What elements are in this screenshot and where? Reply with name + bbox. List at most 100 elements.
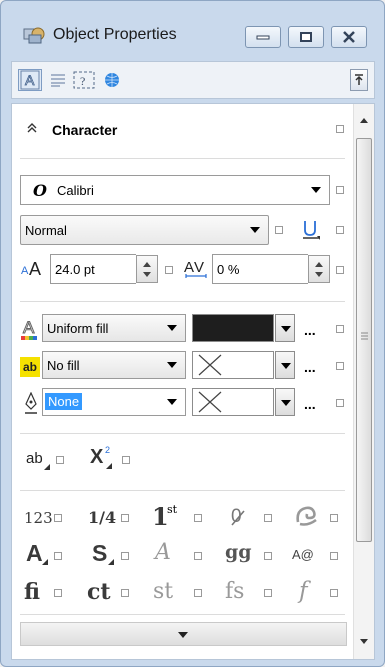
background-type-value: No fill xyxy=(47,358,80,373)
outline-pen-icon xyxy=(25,392,37,414)
case-forms-button[interactable]: A@ xyxy=(292,547,314,562)
small-dropdown-icon xyxy=(106,463,112,469)
standard-ligatures-button[interactable]: fi xyxy=(24,579,40,605)
svg-text:A: A xyxy=(21,265,29,277)
historical-forms-checkbox[interactable] xyxy=(264,589,272,597)
discretionary-ligatures-button[interactable]: ct xyxy=(87,579,111,605)
case-forms-checkbox[interactable] xyxy=(330,552,338,560)
underline-icon[interactable] xyxy=(300,219,322,241)
numerals-checkbox[interactable] xyxy=(54,514,62,522)
outline-combo[interactable]: None xyxy=(42,388,186,416)
no-color-icon xyxy=(198,391,222,413)
fill-type-value: Uniform fill xyxy=(47,321,109,336)
underline-position-button[interactable]: ab xyxy=(26,450,43,467)
style-checkbox[interactable] xyxy=(275,226,283,234)
section-checkbox[interactable] xyxy=(336,125,344,133)
chevron-down-icon xyxy=(167,399,177,405)
upload-arrow-icon xyxy=(355,74,363,85)
panel-content: Character O Calibri Normal A A 24.0 pt A… xyxy=(12,104,354,659)
background-color-swatch[interactable] xyxy=(192,351,274,379)
fractions-checkbox[interactable] xyxy=(121,514,129,522)
caps-button[interactable]: A xyxy=(26,540,43,567)
underline-checkbox[interactable] xyxy=(336,226,344,234)
font-checkbox[interactable] xyxy=(336,186,344,194)
paragraph-tab-button[interactable] xyxy=(48,69,68,91)
font-size-spinner[interactable] xyxy=(136,255,158,283)
font-list-combo[interactable]: O Calibri xyxy=(20,175,330,205)
pin-panel-button[interactable] xyxy=(350,69,368,91)
outline-more-button[interactable]: ... xyxy=(304,396,316,412)
background-color-dropdown[interactable] xyxy=(275,351,295,379)
swash-ornament-icon[interactable] xyxy=(294,504,320,528)
historical-ligatures-button[interactable]: st xyxy=(153,579,173,604)
kerning-icon: A V xyxy=(184,259,207,278)
ornaments-checkbox[interactable] xyxy=(330,589,338,597)
fill-more-button[interactable]: ... xyxy=(304,322,316,338)
background-more-button[interactable]: ... xyxy=(304,359,316,375)
slashed-zero-slash xyxy=(231,510,245,526)
object-properties-icon xyxy=(23,27,45,44)
frame-tab-button[interactable]: ? xyxy=(72,69,96,91)
collapse-chevron-icon[interactable] xyxy=(26,122,38,134)
chevron-down-icon xyxy=(167,325,177,331)
contextual-alternative-button[interactable]: A xyxy=(155,540,171,565)
divider xyxy=(20,158,345,159)
expand-section-button[interactable] xyxy=(20,622,347,646)
ornaments-button[interactable]: f xyxy=(299,578,308,604)
font-size-icon: A A xyxy=(21,259,41,279)
underline-position-checkbox[interactable] xyxy=(56,456,64,464)
title-bar[interactable]: Object Properties xyxy=(1,1,384,48)
stylistic-alternates-button[interactable]: gg xyxy=(225,541,252,563)
historical-forms-button[interactable]: fs xyxy=(225,579,244,604)
caps-checkbox[interactable] xyxy=(54,552,62,560)
fill-color-swatch[interactable] xyxy=(192,314,274,342)
ordinals-checkbox[interactable] xyxy=(194,514,202,522)
stylistic-set-checkbox[interactable] xyxy=(121,552,129,560)
chevron-down-icon xyxy=(250,227,260,233)
font-size-value: 24.0 pt xyxy=(55,262,95,277)
fill-type-combo[interactable]: Uniform fill xyxy=(42,314,186,342)
vertical-scrollbar[interactable] xyxy=(353,104,374,659)
outline-checkbox[interactable] xyxy=(336,399,344,407)
numerals-button[interactable]: 123 xyxy=(24,509,53,527)
background-type-combo[interactable]: No fill xyxy=(42,351,186,379)
close-icon xyxy=(343,31,355,43)
maximize-button[interactable] xyxy=(288,26,324,48)
maximize-icon xyxy=(300,32,312,42)
internet-tab-button[interactable] xyxy=(102,69,122,91)
kerning-spinner[interactable] xyxy=(308,255,330,283)
minimize-button[interactable] xyxy=(245,26,281,48)
character-tab-button[interactable]: A xyxy=(18,69,42,91)
stylistic-set-button[interactable]: S xyxy=(92,540,107,567)
contextual-alternative-checkbox[interactable] xyxy=(194,552,202,560)
font-name: Calibri xyxy=(57,183,94,198)
text-fill-icon: A xyxy=(21,318,37,340)
chevron-down-icon xyxy=(167,362,177,368)
scrollbar-thumb[interactable] xyxy=(356,138,372,542)
stylistic-alternates-checkbox[interactable] xyxy=(264,552,272,560)
superscript-button[interactable]: X xyxy=(90,446,103,469)
small-dropdown-icon xyxy=(44,464,50,470)
font-type-icon: O xyxy=(33,181,47,200)
scroll-down-icon[interactable] xyxy=(360,639,368,644)
font-size-input[interactable]: 24.0 pt xyxy=(50,254,136,284)
fractions-button[interactable]: 1/4 xyxy=(88,508,116,527)
kerning-input[interactable]: 0 % xyxy=(212,254,308,284)
fill-color-dropdown[interactable] xyxy=(275,314,295,342)
close-button[interactable] xyxy=(331,26,367,48)
standard-ligatures-checkbox[interactable] xyxy=(54,589,62,597)
fill-checkbox[interactable] xyxy=(336,325,344,333)
outline-color-swatch[interactable] xyxy=(192,388,274,416)
kerning-checkbox[interactable] xyxy=(336,266,344,274)
scroll-up-icon[interactable] xyxy=(360,118,368,123)
slashed-zero-checkbox[interactable] xyxy=(264,514,272,522)
size-checkbox[interactable] xyxy=(165,266,173,274)
font-style-combo[interactable]: Normal xyxy=(20,215,269,245)
historical-ligatures-checkbox[interactable] xyxy=(194,589,202,597)
minimize-icon xyxy=(256,35,270,40)
swash-checkbox[interactable] xyxy=(330,514,338,522)
superscript-checkbox[interactable] xyxy=(122,456,130,464)
background-checkbox[interactable] xyxy=(336,362,344,370)
discretionary-ligatures-checkbox[interactable] xyxy=(121,589,129,597)
outline-color-dropdown[interactable] xyxy=(275,388,295,416)
